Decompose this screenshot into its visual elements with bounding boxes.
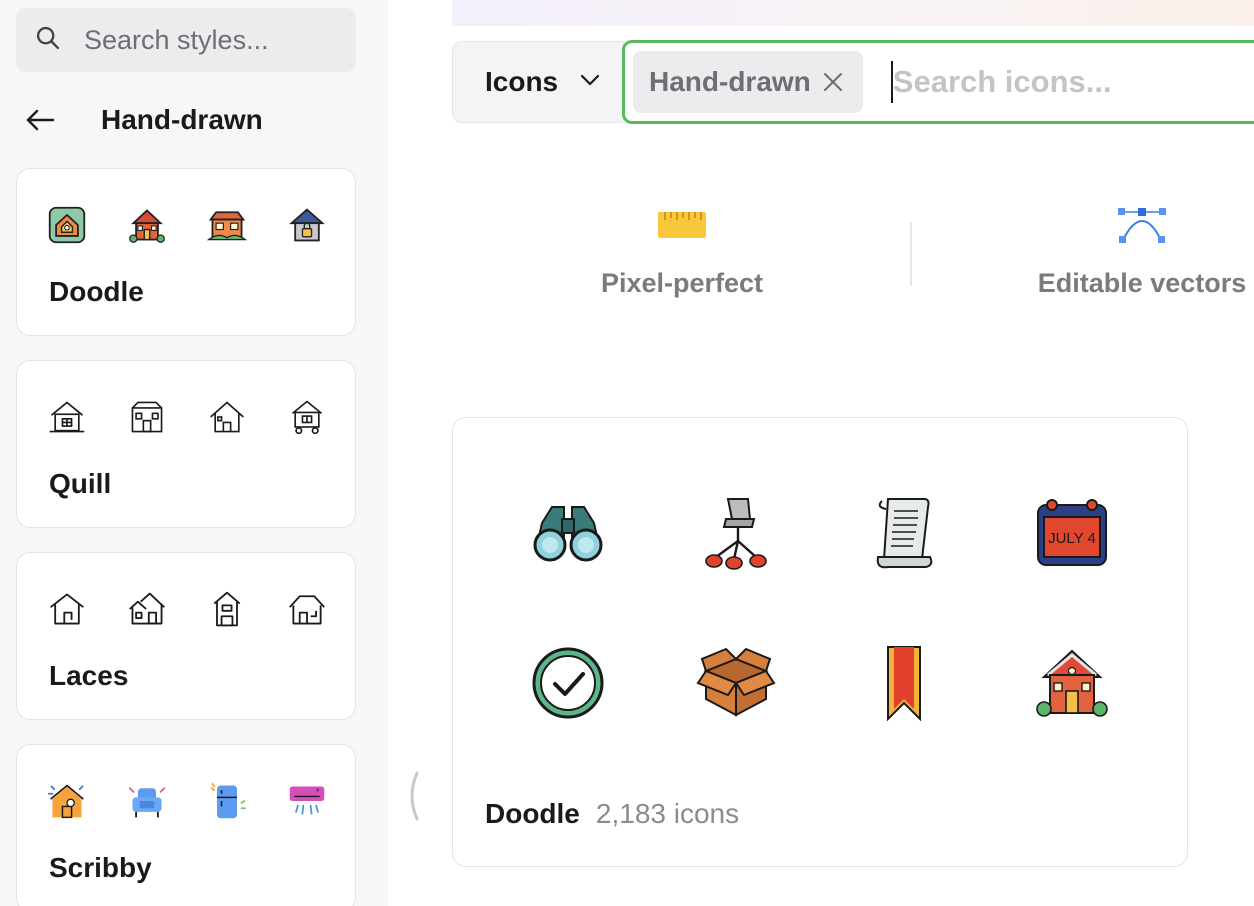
style-card-scribby[interactable]: * Scribby <box>16 744 356 906</box>
back-arrow-icon[interactable] <box>16 96 64 144</box>
close-icon[interactable] <box>821 70 845 94</box>
top-banner <box>452 0 1254 26</box>
icon-search-input[interactable] <box>892 64 1233 100</box>
wide-house-line-icon <box>287 587 327 631</box>
category-title: Hand-drawn <box>101 104 263 135</box>
feature-pixel-perfect: Pixel-perfect <box>594 200 770 299</box>
feature-label: Pixel-perfect <box>600 268 764 298</box>
result-style-name: Doodle <box>485 798 580 829</box>
home-badge-icon <box>47 203 87 247</box>
scroll-icon[interactable] <box>859 488 949 578</box>
bookmark-ribbon-icon[interactable] <box>859 638 949 728</box>
asset-type-label: Icons <box>485 66 559 97</box>
chevron-down-icon <box>558 73 600 91</box>
binoculars-icon[interactable] <box>523 488 613 578</box>
style-card-name: Laces <box>49 660 129 691</box>
vector-nodes-icon <box>1030 200 1254 250</box>
style-filter-chip: Hand-drawn <box>633 51 863 113</box>
style-card-name: Scribby <box>49 852 152 883</box>
chip-label: Hand-drawn <box>649 66 811 97</box>
cottage-icon <box>207 203 247 247</box>
house-icon[interactable] <box>1027 638 1117 728</box>
feature-divider <box>910 222 912 286</box>
house-trailer-outline-icon <box>287 395 327 439</box>
category-header: Hand-drawn <box>16 92 356 148</box>
search-icon <box>34 24 62 57</box>
style-card-name: Doodle <box>49 276 144 307</box>
house-icon <box>127 203 167 247</box>
asset-type-dropdown[interactable]: Icons <box>452 41 624 123</box>
townhouse-line-icon <box>127 587 167 631</box>
air-conditioner-icon: * <box>287 779 327 823</box>
sidebar-collapse-handle[interactable] <box>400 768 424 824</box>
open-box-icon[interactable] <box>691 638 781 728</box>
icon-search-bar: Icons Hand-drawn <box>452 40 1254 124</box>
style-card-name: Quill <box>49 468 112 499</box>
house-outline-icon <box>47 395 87 439</box>
style-search-box[interactable] <box>16 8 356 72</box>
style-result-card[interactable]: JULY 4 Doodle 2,183 icons <box>452 417 1188 867</box>
house-line-icon <box>47 587 87 631</box>
locked-house-icon <box>287 203 327 247</box>
feature-label: Editable vectors <box>1037 268 1247 298</box>
office-chair-icon[interactable] <box>691 488 781 578</box>
ruler-icon <box>594 200 770 250</box>
style-search-input[interactable] <box>84 24 334 56</box>
icon-search-field[interactable]: Hand-drawn <box>622 40 1254 124</box>
result-footer: Doodle 2,183 icons <box>485 798 739 830</box>
style-card-doodle[interactable]: Doodle <box>16 168 356 336</box>
calendar-text: JULY 4 <box>1048 530 1096 547</box>
armchair-icon <box>127 779 167 823</box>
calendar-july-4-icon[interactable]: JULY 4 <box>1027 488 1117 578</box>
cabin-outline-icon <box>207 395 247 439</box>
tall-house-line-icon <box>207 587 247 631</box>
fridge-icon <box>207 779 247 823</box>
check-circle-icon[interactable] <box>523 638 613 728</box>
style-card-quill[interactable]: Quill <box>16 360 356 528</box>
styles-sidebar: Hand-drawn Doodle <box>0 0 388 906</box>
feature-editable-vectors: Editable vectors <box>1030 200 1254 299</box>
house-plus-icon <box>47 779 87 823</box>
style-card-laces[interactable]: Laces <box>16 552 356 720</box>
result-icon-count: 2,183 icons <box>595 798 740 829</box>
barn-outline-icon <box>127 395 167 439</box>
icon-preview-grid: JULY 4 <box>523 488 1117 728</box>
